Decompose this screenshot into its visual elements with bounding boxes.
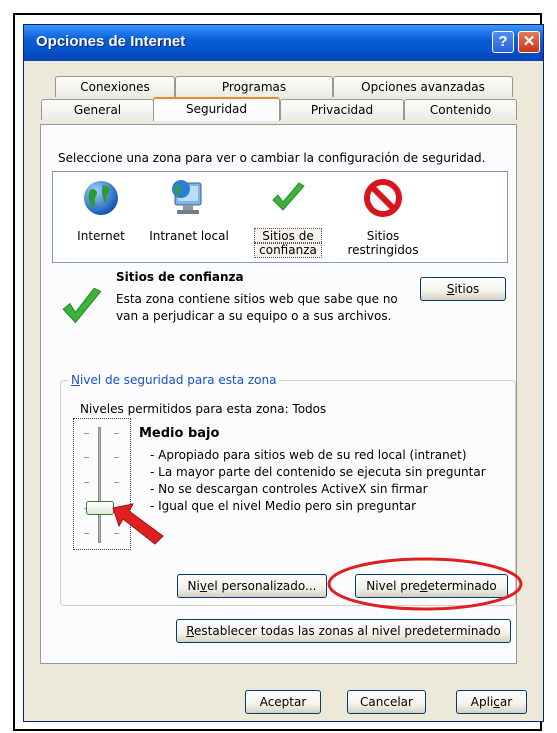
slider-tick — [114, 482, 119, 483]
custom-level-label-a: Ni — [187, 579, 200, 593]
globe-icon — [84, 181, 118, 215]
level-description: - Apropiado para sitios web de su red lo… — [150, 447, 486, 515]
zone-trusted-label-1: Sitios de — [254, 228, 322, 244]
zone-info-desc-1: Esta zona contiene sitios web que sabe q… — [116, 292, 398, 306]
slider-tick — [84, 482, 89, 483]
ok-button[interactable]: Aceptar — [245, 690, 321, 714]
custom-level-button[interactable]: Nivel personalizado... — [177, 574, 327, 598]
title-bar: Opciones de Internet ? ✕ — [24, 25, 543, 61]
slider-tick — [84, 457, 89, 458]
tab-programas[interactable]: Programas — [175, 76, 333, 97]
zone-trusted-label-2: confianza — [254, 242, 322, 258]
slider-tick — [84, 533, 89, 534]
zone-restricted-sites[interactable]: Sitios restringidos — [343, 178, 423, 257]
tab-general[interactable]: General — [41, 99, 154, 120]
slider-thumb[interactable] — [86, 501, 114, 515]
security-level-legend: Nivel de seguridad para esta zona — [68, 373, 280, 387]
sites-button-label: itios — [454, 282, 480, 296]
legend-label: ivel de seguridad para esta zona — [79, 373, 277, 387]
prohibited-icon — [364, 179, 402, 217]
level-name: Medio bajo — [139, 426, 220, 441]
apply-label-a: Apli — [470, 695, 494, 709]
zone-info-title: Sitios de confianza — [116, 270, 244, 284]
tab-seguridad[interactable]: Seguridad — [153, 97, 280, 121]
zone-intranet-local[interactable]: Intranet local — [149, 178, 229, 243]
reset-all-zones-button[interactable]: Restablecer todas las zonas al nivel pre… — [176, 619, 511, 643]
zone-restricted-label-1: Sitios — [366, 229, 400, 243]
apply-mnemonic: c — [493, 695, 500, 709]
tab-contenido[interactable]: Contenido — [404, 99, 517, 120]
cancel-button[interactable]: Cancelar — [347, 690, 426, 714]
level-bullet: - La mayor parte del contenido se ejecut… — [150, 465, 486, 479]
zone-prompt: Seleccione una zona para ver o cambiar l… — [58, 151, 486, 165]
monitor-globe-icon — [172, 180, 202, 214]
window-title: Opciones de Internet — [36, 33, 186, 50]
zone-list: Internet Intranet local Sitios de confia… — [52, 171, 508, 263]
checkmark-icon — [272, 182, 305, 211]
zone-info-desc-2: van a perjudicar a su equipo o a sus arc… — [116, 309, 392, 323]
sites-button[interactable]: Sitios — [420, 277, 506, 301]
reset-label: establecer todas las zonas al nivel pred… — [194, 624, 501, 638]
allowed-levels-text: Niveles permitidos para esta zona: Todos — [80, 402, 327, 416]
custom-level-label-b: el personalizado... — [206, 579, 317, 593]
reset-mnemonic: R — [186, 624, 195, 638]
zone-internet[interactable]: Internet — [61, 178, 141, 243]
apply-label-b: ar — [499, 695, 513, 709]
legend-mnemonic: N — [71, 373, 80, 387]
level-bullet: - Igual que el nivel Medio pero sin preg… — [150, 499, 417, 513]
slider-tick — [114, 433, 119, 434]
apply-button[interactable]: Aplicar — [456, 690, 527, 714]
zone-internet-label: Internet — [77, 229, 125, 243]
level-bullet: - No se descargan controles ActiveX sin … — [150, 482, 428, 496]
red-arrow-annotation-icon — [112, 503, 164, 545]
red-ellipse-annotation — [327, 557, 523, 611]
help-button[interactable]: ? — [492, 31, 514, 53]
zone-restricted-label-2: restringidos — [347, 243, 419, 257]
close-button[interactable]: ✕ — [518, 31, 540, 53]
slider-track — [98, 427, 101, 543]
slider-tick — [84, 433, 89, 434]
level-bullet: - Apropiado para sitios web de su red lo… — [150, 448, 467, 462]
zone-intranet-label: Intranet local — [149, 229, 229, 243]
slider-tick — [114, 457, 119, 458]
tab-conexiones[interactable]: Conexiones — [55, 76, 175, 97]
zone-trusted-sites[interactable]: Sitios de confianza — [254, 178, 322, 258]
tab-opciones-avanzadas[interactable]: Opciones avanzadas — [333, 76, 513, 97]
trusted-zone-check-icon — [62, 287, 102, 324]
custom-level-mnemonic: v — [199, 579, 207, 593]
tab-privacidad[interactable]: Privacidad — [280, 99, 404, 120]
